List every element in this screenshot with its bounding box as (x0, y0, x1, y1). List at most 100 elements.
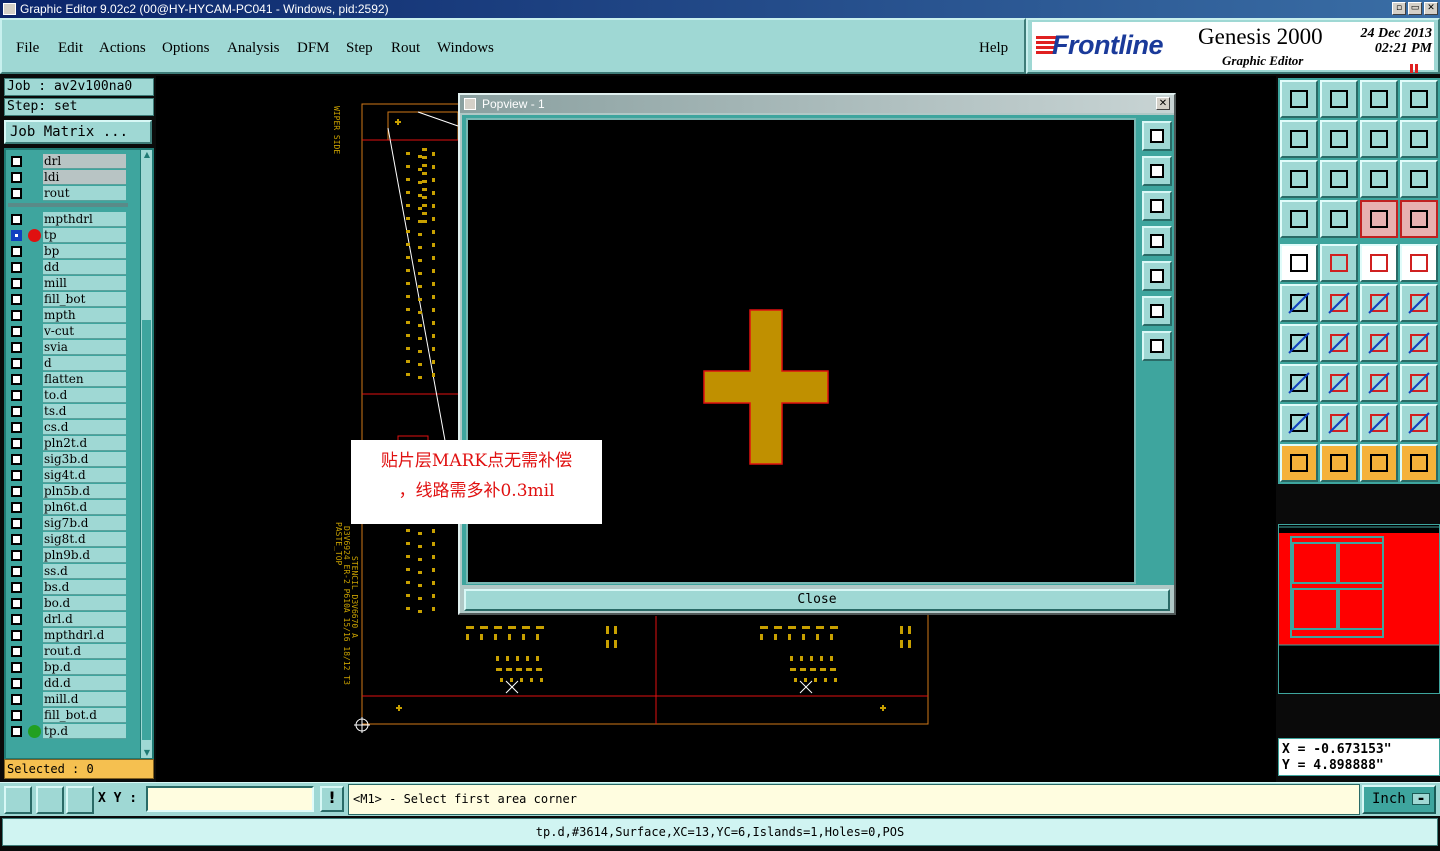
scroll-down-icon[interactable]: ▼ (142, 748, 152, 758)
scroll-up-icon[interactable]: ▲ (142, 150, 152, 160)
move-icon[interactable] (1360, 284, 1398, 322)
popview-close-button[interactable]: Close (464, 589, 1170, 611)
grid-icon[interactable] (66, 786, 94, 814)
layer-row-dd-d[interactable]: dd.d (8, 676, 128, 691)
snap-red2-icon[interactable] (1400, 200, 1438, 238)
cross-icon[interactable] (1320, 284, 1358, 322)
layer-checkbox[interactable] (11, 614, 22, 625)
pause-icon[interactable] (1410, 60, 1420, 73)
layer-row-svia[interactable]: svia (8, 340, 128, 355)
unit-selector[interactable]: Inch ▬ (1362, 785, 1436, 814)
layer-checkbox[interactable] (11, 582, 22, 593)
layer-row-bp-d[interactable]: bp.d (8, 660, 128, 675)
layer-row-bp[interactable]: bp (8, 244, 128, 259)
menu-rout[interactable]: Rout (391, 40, 420, 57)
slash-icon[interactable] (1320, 324, 1358, 362)
house-icon[interactable] (1360, 80, 1398, 118)
fit-icon[interactable] (1280, 160, 1318, 198)
pointer-box-icon[interactable] (1320, 444, 1358, 482)
layer-row-drl[interactable]: drl (8, 154, 128, 169)
layer-row-v-cut[interactable]: v-cut (8, 324, 128, 339)
triangle-icon[interactable] (1280, 404, 1318, 442)
layer-checkbox[interactable] (11, 470, 22, 481)
layer-checkbox[interactable] (11, 662, 22, 673)
layer-checkbox[interactable] (11, 518, 22, 529)
ruler-icon[interactable] (1360, 244, 1398, 282)
layer-checkbox[interactable] (11, 502, 22, 513)
home-icon[interactable] (1280, 80, 1318, 118)
route-icon[interactable] (1400, 444, 1438, 482)
layer-checkbox[interactable] (11, 630, 22, 641)
scale-1-2-icon[interactable] (1360, 160, 1398, 198)
snap-red-icon[interactable] (1360, 200, 1398, 238)
layer-row-sig8t-d[interactable]: sig8t.d (8, 532, 128, 547)
zoom-back-icon[interactable] (1280, 120, 1318, 158)
popview-tool-left-icon[interactable] (1142, 226, 1172, 256)
save-icon[interactable] (1320, 80, 1358, 118)
layer-checkbox[interactable] (11, 566, 22, 577)
layer-row-rout-d[interactable]: rout.d (8, 644, 128, 659)
mirror-icon[interactable] (1400, 324, 1438, 362)
properties-icon[interactable] (1280, 200, 1318, 238)
popview-close-icon[interactable]: ✕ (1156, 97, 1170, 110)
circle-icon[interactable] (1400, 244, 1438, 282)
layer-row-sig4t-d[interactable]: sig4t.d (8, 468, 128, 483)
layer-checkbox[interactable] (11, 342, 22, 353)
arch-fill-icon[interactable] (1400, 404, 1438, 442)
close-window-button[interactable]: ✕ (1424, 2, 1438, 15)
layer-row-tp[interactable]: tp (8, 228, 128, 243)
layer-checkbox[interactable] (11, 214, 22, 225)
resize-icon[interactable] (1360, 364, 1398, 402)
layer-row-mill-d[interactable]: mill.d (8, 692, 128, 707)
popview-tool-zoom-out-icon[interactable] (1142, 331, 1172, 361)
menu-actions[interactable]: Actions (99, 40, 146, 57)
minimize-button[interactable]: ▫ (1392, 2, 1406, 15)
alert-button[interactable]: ! (320, 786, 344, 812)
layer-checkbox[interactable] (11, 646, 22, 657)
menu-help[interactable]: Help (979, 40, 1008, 57)
layer-row-d[interactable]: d (8, 356, 128, 371)
layer-checkbox[interactable] (11, 486, 22, 497)
xy-input[interactable] (146, 786, 314, 812)
layer-row-rout[interactable]: rout (8, 186, 128, 201)
layer-checkbox[interactable] (11, 262, 22, 273)
menu-edit[interactable]: Edit (58, 40, 83, 57)
layer-checkbox[interactable] (11, 374, 22, 385)
grid-toggle-icon[interactable] (1320, 200, 1358, 238)
layer-checkbox[interactable] (11, 598, 22, 609)
layer-checkbox[interactable] (11, 422, 22, 433)
layer-row-fill-bot[interactable]: fill_bot (8, 292, 128, 307)
popview-tool-zoom-icon[interactable] (1142, 121, 1172, 151)
popview-tool-down-icon[interactable] (1142, 191, 1172, 221)
popview-tool-right-icon[interactable] (1142, 261, 1172, 291)
delete-line-icon[interactable] (1320, 364, 1358, 402)
pointer-circle-icon[interactable] (1360, 444, 1398, 482)
menu-analysis[interactable]: Analysis (227, 40, 280, 57)
layer-row-flatten[interactable]: flatten (8, 372, 128, 387)
layer-row-sig7b-d[interactable]: sig7b.d (8, 516, 128, 531)
layer-row-pln2t-d[interactable]: pln2t.d (8, 436, 128, 451)
layer-row-pln5b-d[interactable]: pln5b.d (8, 484, 128, 499)
line-red-icon[interactable] (1320, 244, 1358, 282)
layer-checkbox[interactable] (11, 310, 22, 321)
layer-row-ts-d[interactable]: ts.d (8, 404, 128, 419)
zoom-fwd-icon[interactable] (1320, 120, 1358, 158)
layer-row-bs-d[interactable]: bs.d (8, 580, 128, 595)
layer-row-fill-bot-d[interactable]: fill_bot.d (8, 708, 128, 723)
layer-row-mpth[interactable]: mpth (8, 308, 128, 323)
layer-row-mpthdrl[interactable]: mpthdrl (8, 212, 128, 227)
menu-options[interactable]: Options (162, 40, 210, 57)
layer-row-pln9b-d[interactable]: pln9b.d (8, 548, 128, 563)
layer-checkbox[interactable] (11, 550, 22, 561)
layer-row-bo-d[interactable]: bo.d (8, 596, 128, 611)
center-icon[interactable] (1320, 160, 1358, 198)
pointer-icon[interactable] (1280, 444, 1318, 482)
layer-row-ldi[interactable]: ldi (8, 170, 128, 185)
layer-checkbox[interactable] (11, 326, 22, 337)
layer-row-ss-d[interactable]: ss.d (8, 564, 128, 579)
layer-checkbox[interactable] (11, 358, 22, 369)
layer-checkbox[interactable] (11, 188, 22, 199)
layer-checkbox[interactable] (11, 390, 22, 401)
rotate-icon[interactable] (1360, 324, 1398, 362)
add-pad-icon[interactable] (1280, 364, 1318, 402)
